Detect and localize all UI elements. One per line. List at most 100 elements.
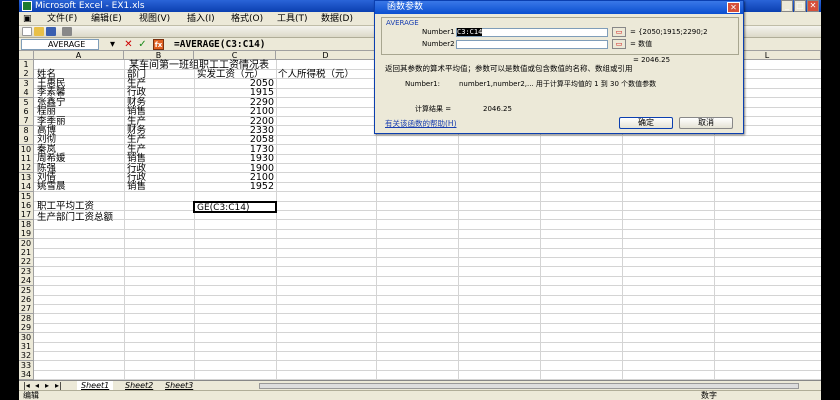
number1-collapse-icon[interactable]: ▭ xyxy=(612,27,626,37)
function-description: 返回其参数的算术平均值；参数可以是数值或包含数值的名称、数组或引用 xyxy=(385,64,633,73)
number1-label: Number1 xyxy=(422,28,455,36)
col-header-a[interactable]: A xyxy=(34,51,124,60)
status-mode: 编辑 xyxy=(23,391,39,400)
tab-sheet3[interactable]: Sheet3 xyxy=(161,381,197,390)
number1-value: C3:C14 xyxy=(457,28,483,36)
tab-sheet1[interactable]: Sheet1 xyxy=(77,381,114,390)
menu-tools[interactable]: 工具(T) xyxy=(277,12,308,26)
grid-row-line xyxy=(34,369,821,371)
cancel-formula-icon[interactable]: ✕ xyxy=(123,39,134,50)
grid-row-line xyxy=(34,341,821,343)
tab-prev-icon[interactable]: ◂ xyxy=(35,381,39,390)
tab-last-icon[interactable]: ▸| xyxy=(55,381,62,390)
grid-row-line xyxy=(34,360,821,362)
grid-row-line xyxy=(34,304,821,305)
grid-row-line xyxy=(34,266,821,268)
menu-edit[interactable]: 编辑(E) xyxy=(91,12,122,26)
dialog-title: 函数参数 ✕ xyxy=(375,1,743,14)
grid-row-line xyxy=(34,181,821,183)
grid-row-line xyxy=(34,351,821,352)
close-button[interactable]: ✕ xyxy=(807,0,819,12)
average-label-cell[interactable]: 职工平均工资 xyxy=(37,202,94,212)
window-title: Microsoft Excel - EX1.xls xyxy=(35,1,145,11)
grid-row-line xyxy=(34,332,821,334)
status-bar: 编辑 数字 xyxy=(19,390,821,400)
tab-next-icon[interactable]: ▸ xyxy=(45,381,49,390)
menu-insert[interactable]: 插入(I) xyxy=(187,12,215,26)
grid-row-line xyxy=(34,285,821,287)
grid-row-line xyxy=(34,144,821,146)
number1-input[interactable]: C3:C14 xyxy=(456,28,608,37)
total-result: = 2046.25 xyxy=(633,56,671,64)
grid-row-line xyxy=(34,210,821,211)
enter-formula-icon[interactable]: ✓ xyxy=(137,39,148,50)
menu-data[interactable]: 数据(D) xyxy=(321,12,353,26)
save-icon[interactable] xyxy=(46,27,56,36)
grid-row-line xyxy=(34,228,821,230)
menu-excel-icon[interactable]: ▣ xyxy=(23,12,32,26)
param-name: Number1: xyxy=(405,80,440,88)
param-description: number1,number2,... 用于计算平均值的 1 到 30 个数值参… xyxy=(459,80,657,88)
tab-sheet2[interactable]: Sheet2 xyxy=(121,381,157,390)
dialog-close-icon[interactable]: ✕ xyxy=(727,2,740,13)
excel-icon xyxy=(22,1,32,11)
col-header-b[interactable]: B xyxy=(124,51,194,60)
grid-row-line xyxy=(34,134,821,136)
formula-input[interactable]: =AVERAGE(C3:C14) xyxy=(174,39,374,50)
grid-col-line xyxy=(124,60,125,380)
active-cell-editor[interactable]: GE(C3:C14) xyxy=(197,203,249,213)
grid-row-line xyxy=(34,247,821,249)
sheet-tab-bar: |◂ ◂ ▸ ▸| Sheet1 Sheet2 Sheet3 xyxy=(19,380,821,390)
number2-collapse-icon[interactable]: ▭ xyxy=(612,39,626,49)
name-box[interactable]: AVERAGE xyxy=(21,39,99,50)
grid-row-line xyxy=(34,163,821,164)
number2-result: = 数值 xyxy=(630,40,653,48)
grid-row-line xyxy=(34,238,821,240)
grid-row-line xyxy=(34,219,821,221)
col-header-c[interactable]: C xyxy=(194,51,276,60)
department-cell[interactable]: 销售 xyxy=(127,182,146,192)
print-icon[interactable] xyxy=(62,27,72,36)
active-cell-c15[interactable]: GE(C3:C14) xyxy=(193,201,277,213)
calc-result-label: 计算结果 = xyxy=(415,105,452,113)
number2-input[interactable] xyxy=(456,40,608,49)
grid-col-line xyxy=(276,60,277,380)
insert-function-icon[interactable]: fx xyxy=(153,39,164,50)
function-help-link[interactable]: 有关该函数的帮助(H) xyxy=(385,119,457,128)
status-num: 数字 xyxy=(701,391,717,400)
grid-row-line xyxy=(34,322,821,324)
grid-row-line xyxy=(34,257,821,258)
dropdown-icon[interactable]: ▾ xyxy=(107,39,118,50)
grid-row-line xyxy=(34,313,821,315)
minimize-button[interactable]: _ xyxy=(781,0,793,12)
production-total-label-cell[interactable]: 生产部门工资总额 xyxy=(37,213,113,223)
menu-file[interactable]: 文件(F) xyxy=(47,12,77,26)
open-icon[interactable] xyxy=(34,27,44,36)
number1-result: = {2050;1915;2290;2 xyxy=(630,28,708,36)
argument-group: AVERAGE Number1 C3:C14 ▭ = {2050;1915;22… xyxy=(381,17,739,55)
grid-row-line xyxy=(34,200,821,202)
col-header-d[interactable]: D xyxy=(276,51,376,60)
dialog-title-text: 函数参数 xyxy=(387,2,424,12)
menu-format[interactable]: 格式(O) xyxy=(231,12,263,26)
tab-first-icon[interactable]: |◂ xyxy=(23,381,30,390)
group-function-name: AVERAGE xyxy=(386,19,419,27)
employee-name-cell[interactable]: 姚雪晨 xyxy=(37,182,66,192)
pay-cell[interactable]: 1952 xyxy=(194,182,274,192)
grid-row-line xyxy=(34,153,821,155)
number2-label: Number2 xyxy=(422,40,455,48)
grid-row-line xyxy=(34,294,821,296)
cancel-button[interactable]: 取消 xyxy=(679,117,733,129)
maximize-button[interactable]: □ xyxy=(794,0,806,12)
header-tax-cell[interactable]: 个人所得税（元） xyxy=(278,70,354,80)
menu-view[interactable]: 视图(V) xyxy=(139,12,170,26)
ok-button[interactable]: 确定 xyxy=(619,117,673,129)
excel-window: Microsoft Excel - EX1.xls _ □ ✕ ▣ 文件(F) … xyxy=(19,0,821,400)
row-header[interactable]: 34 xyxy=(19,370,34,380)
new-icon[interactable] xyxy=(22,27,32,36)
grid-row-line xyxy=(34,172,821,174)
calc-result-value: 2046.25 xyxy=(483,105,512,113)
grid-row-line xyxy=(34,191,821,193)
select-all-corner[interactable] xyxy=(19,51,34,60)
horizontal-scrollbar[interactable] xyxy=(259,383,799,389)
